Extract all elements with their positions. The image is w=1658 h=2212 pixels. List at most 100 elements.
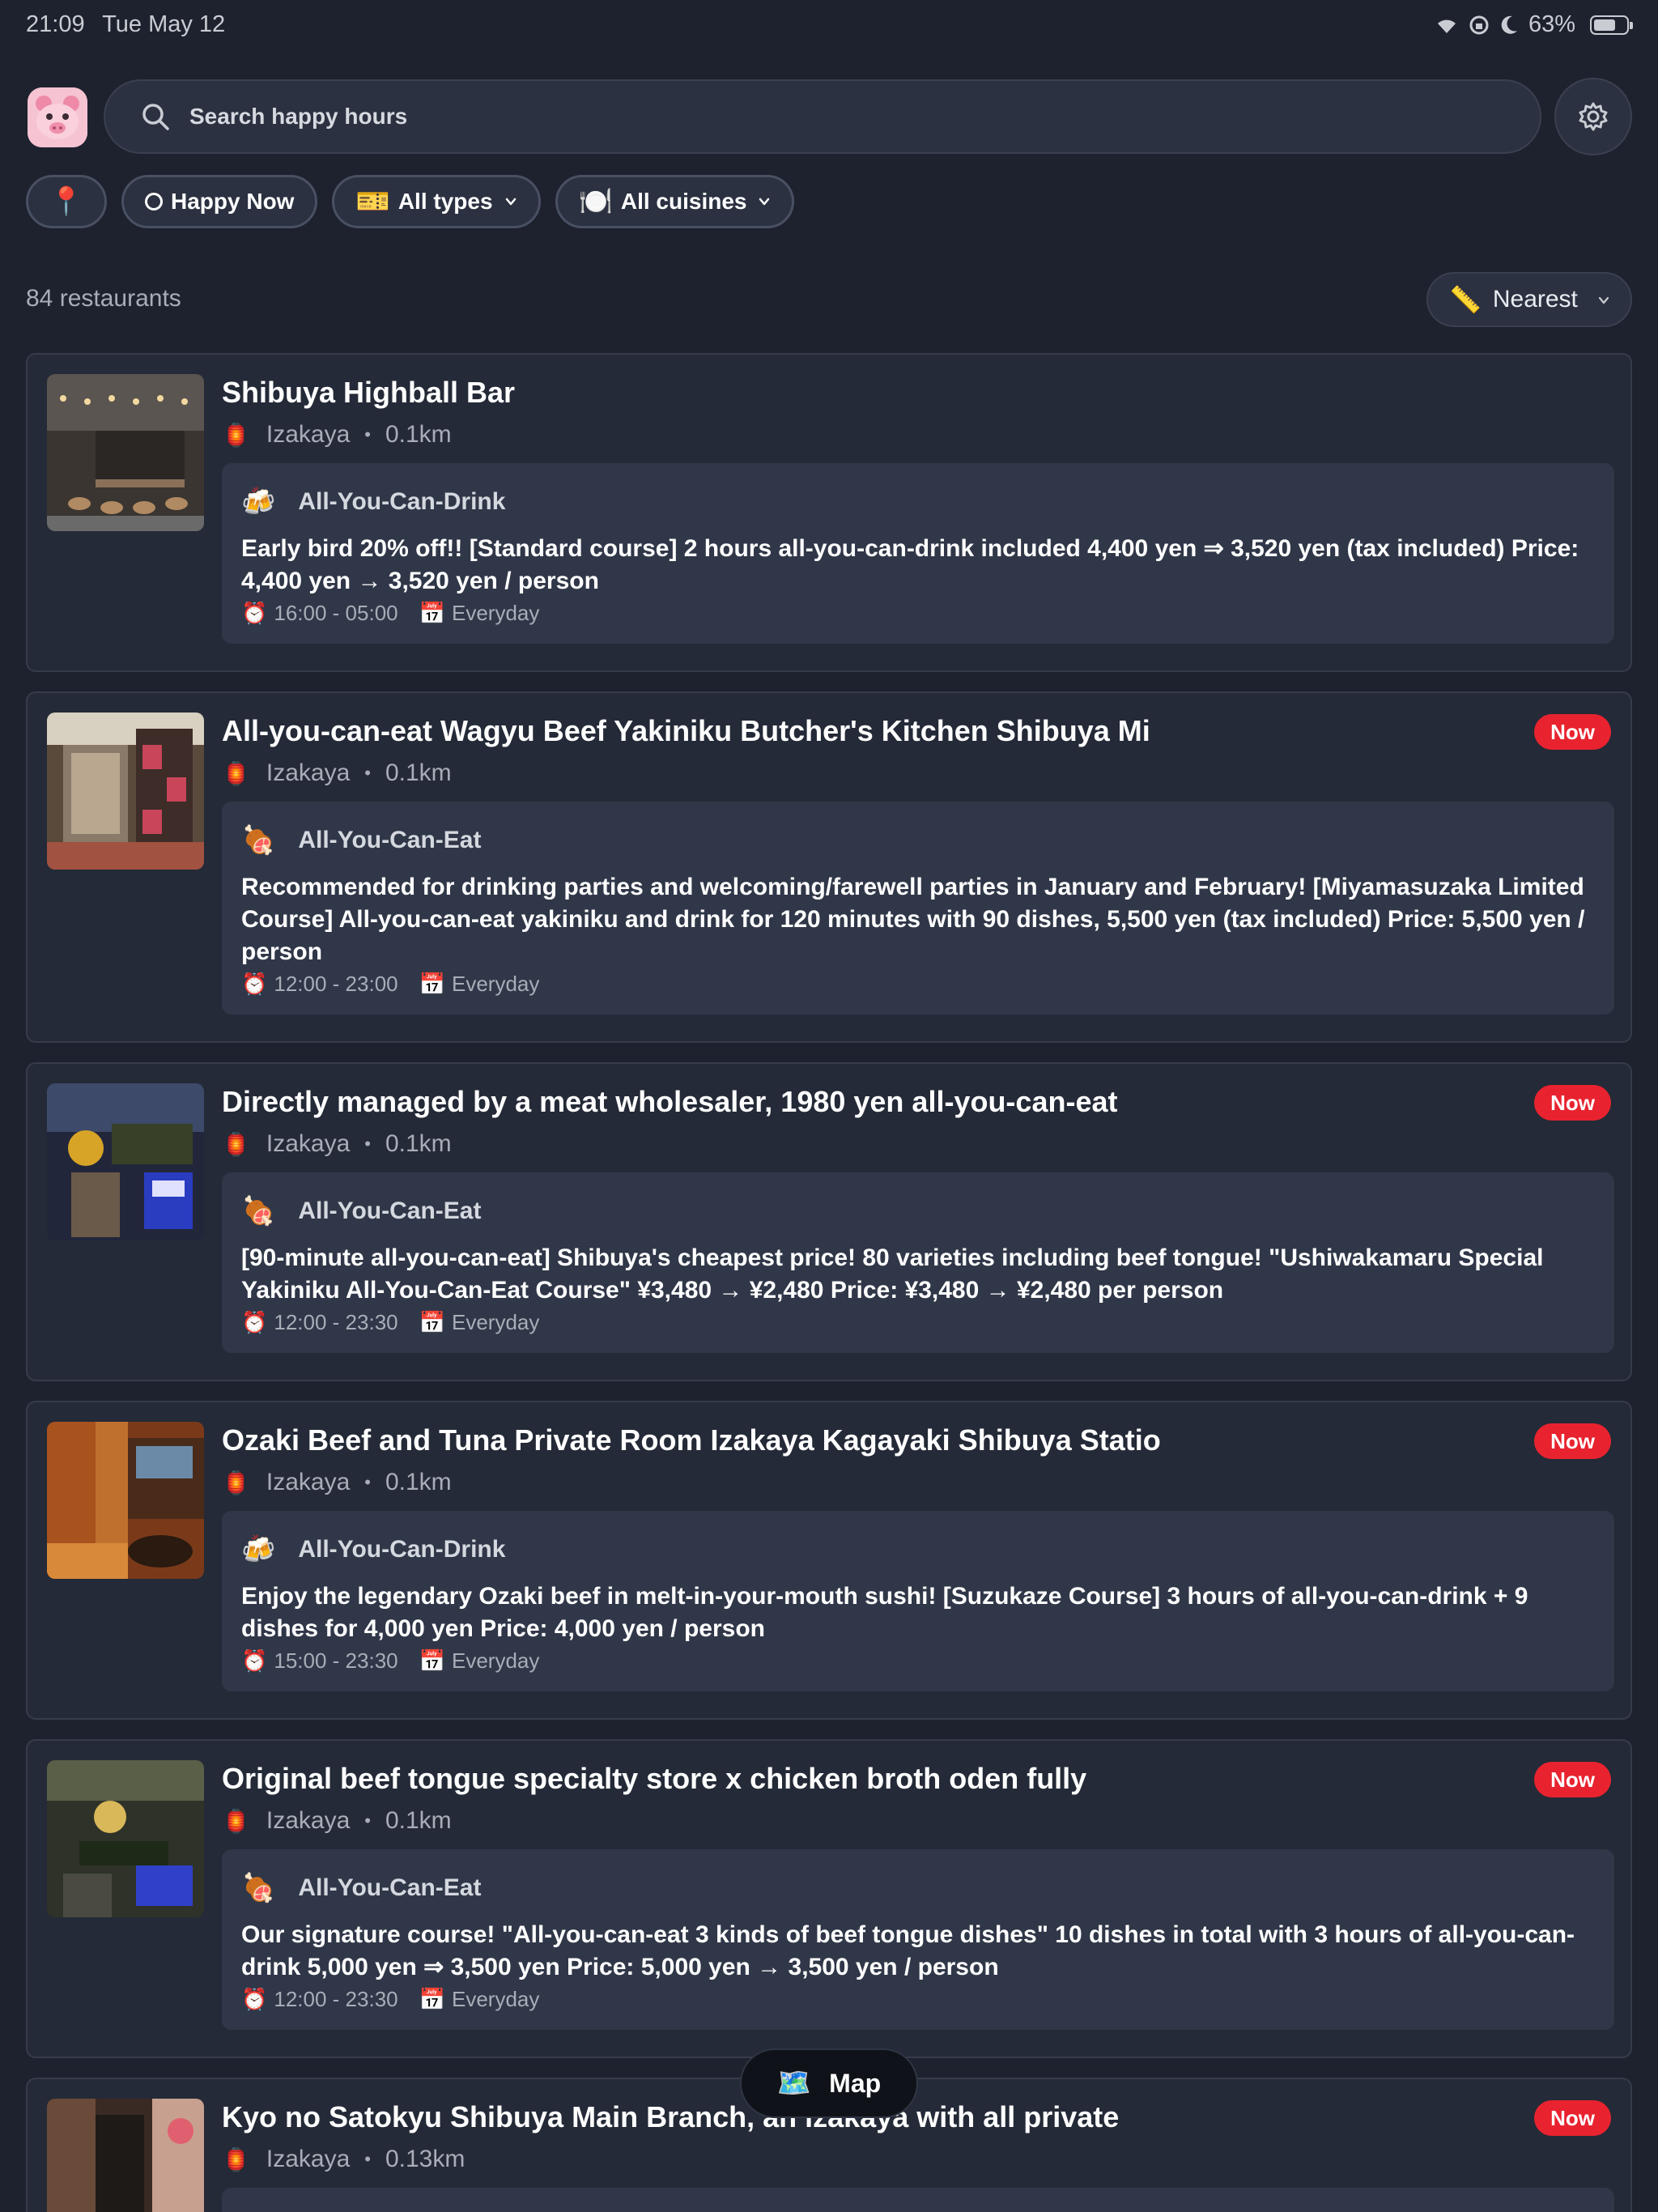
settings-button[interactable]: [1554, 78, 1632, 155]
restaurant-category: Izakaya: [266, 1807, 351, 1834]
sort-label: Nearest: [1492, 286, 1578, 313]
now-badge: Now: [1534, 1085, 1611, 1121]
restaurant-category: Izakaya: [266, 2146, 351, 2172]
deal-description: Early bird 20% off!! [Standard course] 2…: [241, 535, 1579, 594]
restaurant-distance: 0.1km: [385, 759, 452, 786]
restaurant-distance: 0.1km: [385, 1469, 452, 1495]
now-badge: Now: [1534, 1762, 1611, 1797]
restaurant-distance: 0.13km: [385, 2146, 466, 2172]
meat-on-bone-icon: 🍖: [241, 825, 276, 856]
gear-icon: [1579, 102, 1608, 131]
map-button-label: Map: [829, 2068, 882, 2098]
restaurant-name[interactable]: Directly managed by a meat wholesaler, 1…: [222, 1085, 1117, 1119]
results-count: 84 restaurants: [26, 285, 181, 312]
deal-days: Everyday: [451, 1648, 540, 1673]
search-input[interactable]: [189, 104, 1485, 130]
types-filter-label: All types: [397, 189, 493, 214]
happy-now-filter-chip[interactable]: Happy Now: [121, 175, 318, 228]
wifi-icon: [1437, 19, 1456, 33]
restaurant-category: Izakaya: [266, 759, 351, 786]
chevron-down-icon: [1598, 296, 1609, 304]
restaurant-card[interactable]: All-you-can-eat Wagyu Beef Yakiniku Butc…: [26, 691, 1632, 1043]
deal-hours: 12:00 - 23:30: [274, 1987, 398, 2011]
separator-dot: •: [364, 424, 371, 445]
restaurant-meta: 🏮 Izakaya • 0.13km: [222, 2146, 465, 2173]
status-date: Tue May 12: [102, 11, 226, 37]
lantern-icon: 🏮: [222, 1808, 250, 1834]
restaurant-category: Izakaya: [266, 1130, 351, 1157]
lantern-icon: 🏮: [222, 1470, 250, 1495]
restaurant-category: Izakaya: [266, 421, 351, 448]
deal-schedule: ⏰ 12:00 - 23:30 📅 Everyday: [241, 1987, 1595, 2012]
lantern-icon: 🏮: [222, 760, 250, 786]
alarm-clock-icon: ⏰: [241, 1310, 268, 1334]
deal-days: Everyday: [451, 601, 540, 625]
deal-description: Enjoy the legendary Ozaki beef in melt-i…: [241, 1583, 1528, 1642]
deal-days: Everyday: [451, 972, 540, 996]
restaurant-name[interactable]: Kyo no Satokyu Shibuya Main Branch, an i…: [222, 2100, 1119, 2134]
meat-on-bone-icon: 🍖: [241, 1196, 276, 1227]
status-time: 21:09: [26, 11, 85, 37]
beer-mugs-icon: 🍻: [241, 1534, 276, 1565]
deal-schedule: ⏰ 16:00 - 05:00 📅 Everyday: [241, 601, 1595, 626]
sort-dropdown[interactable]: 📏 Nearest: [1426, 272, 1632, 327]
filter-bar: 📍 Happy Now 🎫 All types 🍽️ All cuisines: [26, 175, 795, 228]
restaurant-card[interactable]: Original beef tongue specialty store x c…: [26, 1739, 1632, 2058]
deal-schedule: ⏰ 15:00 - 23:30 📅 Everyday: [241, 1648, 1595, 1674]
deal-box: 🍻 All-You-Can-Drink Enjoy the legendary …: [222, 1511, 1614, 1691]
deal-box: [222, 2188, 1614, 2212]
deal-hours: 15:00 - 23:30: [274, 1648, 398, 1673]
separator-dot: •: [364, 2149, 371, 2169]
restaurant-name[interactable]: Ozaki Beef and Tuna Private Room Izakaya…: [222, 1423, 1161, 1457]
separator-dot: •: [364, 1472, 371, 1492]
deal-type: All-You-Can-Eat: [298, 1197, 482, 1224]
deal-box: 🍖 All-You-Can-Eat Our signature course! …: [222, 1849, 1614, 2030]
lock-rotation-icon: [1469, 15, 1489, 34]
separator-dot: •: [364, 1134, 371, 1154]
lantern-icon: 🏮: [222, 2146, 250, 2172]
restaurant-card[interactable]: Ozaki Beef and Tuna Private Room Izakaya…: [26, 1401, 1632, 1720]
circle-icon: [145, 193, 163, 211]
restaurant-name[interactable]: Shibuya Highball Bar: [222, 376, 515, 410]
map-button[interactable]: 🗺️ Map: [740, 2048, 918, 2118]
restaurant-photo: [47, 374, 204, 531]
map-icon: 🗺️: [776, 2068, 812, 2099]
deal-schedule: ⏰ 12:00 - 23:30 📅 Everyday: [241, 1310, 1595, 1335]
deal-hours: 16:00 - 05:00: [274, 601, 398, 625]
restaurant-name[interactable]: All-you-can-eat Wagyu Beef Yakiniku Butc…: [222, 714, 1150, 748]
battery-icon: [1590, 15, 1633, 35]
now-badge: Now: [1534, 1423, 1611, 1459]
cuisines-filter-dropdown[interactable]: 🍽️ All cuisines: [555, 175, 795, 228]
app-logo[interactable]: [28, 87, 87, 147]
search-bar[interactable]: [104, 79, 1541, 154]
restaurant-name[interactable]: Original beef tongue specialty store x c…: [222, 1762, 1086, 1796]
restaurant-card[interactable]: Directly managed by a meat wholesaler, 1…: [26, 1062, 1632, 1381]
restaurant-meta: 🏮 Izakaya • 0.1km: [222, 1469, 452, 1496]
restaurant-card[interactable]: Shibuya Highball Bar 🏮 Izakaya • 0.1km 🍻…: [26, 353, 1632, 672]
cuisines-filter-label: All cuisines: [620, 189, 747, 214]
restaurant-category: Izakaya: [266, 1469, 351, 1495]
restaurant-photo: [47, 713, 204, 870]
now-badge: Now: [1534, 2100, 1611, 2136]
alarm-clock-icon: ⏰: [241, 1987, 268, 2011]
plate-icon: 🍽️: [578, 186, 613, 217]
deal-description: Recommended for drinking parties and wel…: [241, 874, 1585, 965]
beer-mugs-icon: 🍻: [241, 487, 276, 517]
pig-logo-icon: [28, 87, 87, 147]
restaurant-photo: [47, 1083, 204, 1240]
restaurant-meta: 🏮 Izakaya • 0.1km: [222, 759, 452, 787]
deal-days: Everyday: [451, 1310, 540, 1334]
location-filter-chip[interactable]: 📍: [26, 175, 107, 228]
ticket-icon: 🎫: [355, 186, 390, 217]
deal-type: All-You-Can-Eat: [298, 827, 482, 853]
pin-icon: 📍: [49, 186, 84, 217]
types-filter-dropdown[interactable]: 🎫 All types: [332, 175, 541, 228]
separator-dot: •: [364, 1810, 371, 1831]
restaurant-photo: [47, 1760, 204, 1917]
calendar-icon: 📅: [419, 601, 445, 625]
ruler-icon: 📏: [1449, 285, 1482, 314]
calendar-icon: 📅: [419, 1310, 445, 1334]
deal-hours: 12:00 - 23:30: [274, 1310, 398, 1334]
meat-on-bone-icon: 🍖: [241, 1873, 276, 1904]
restaurant-photo: [47, 2099, 204, 2212]
